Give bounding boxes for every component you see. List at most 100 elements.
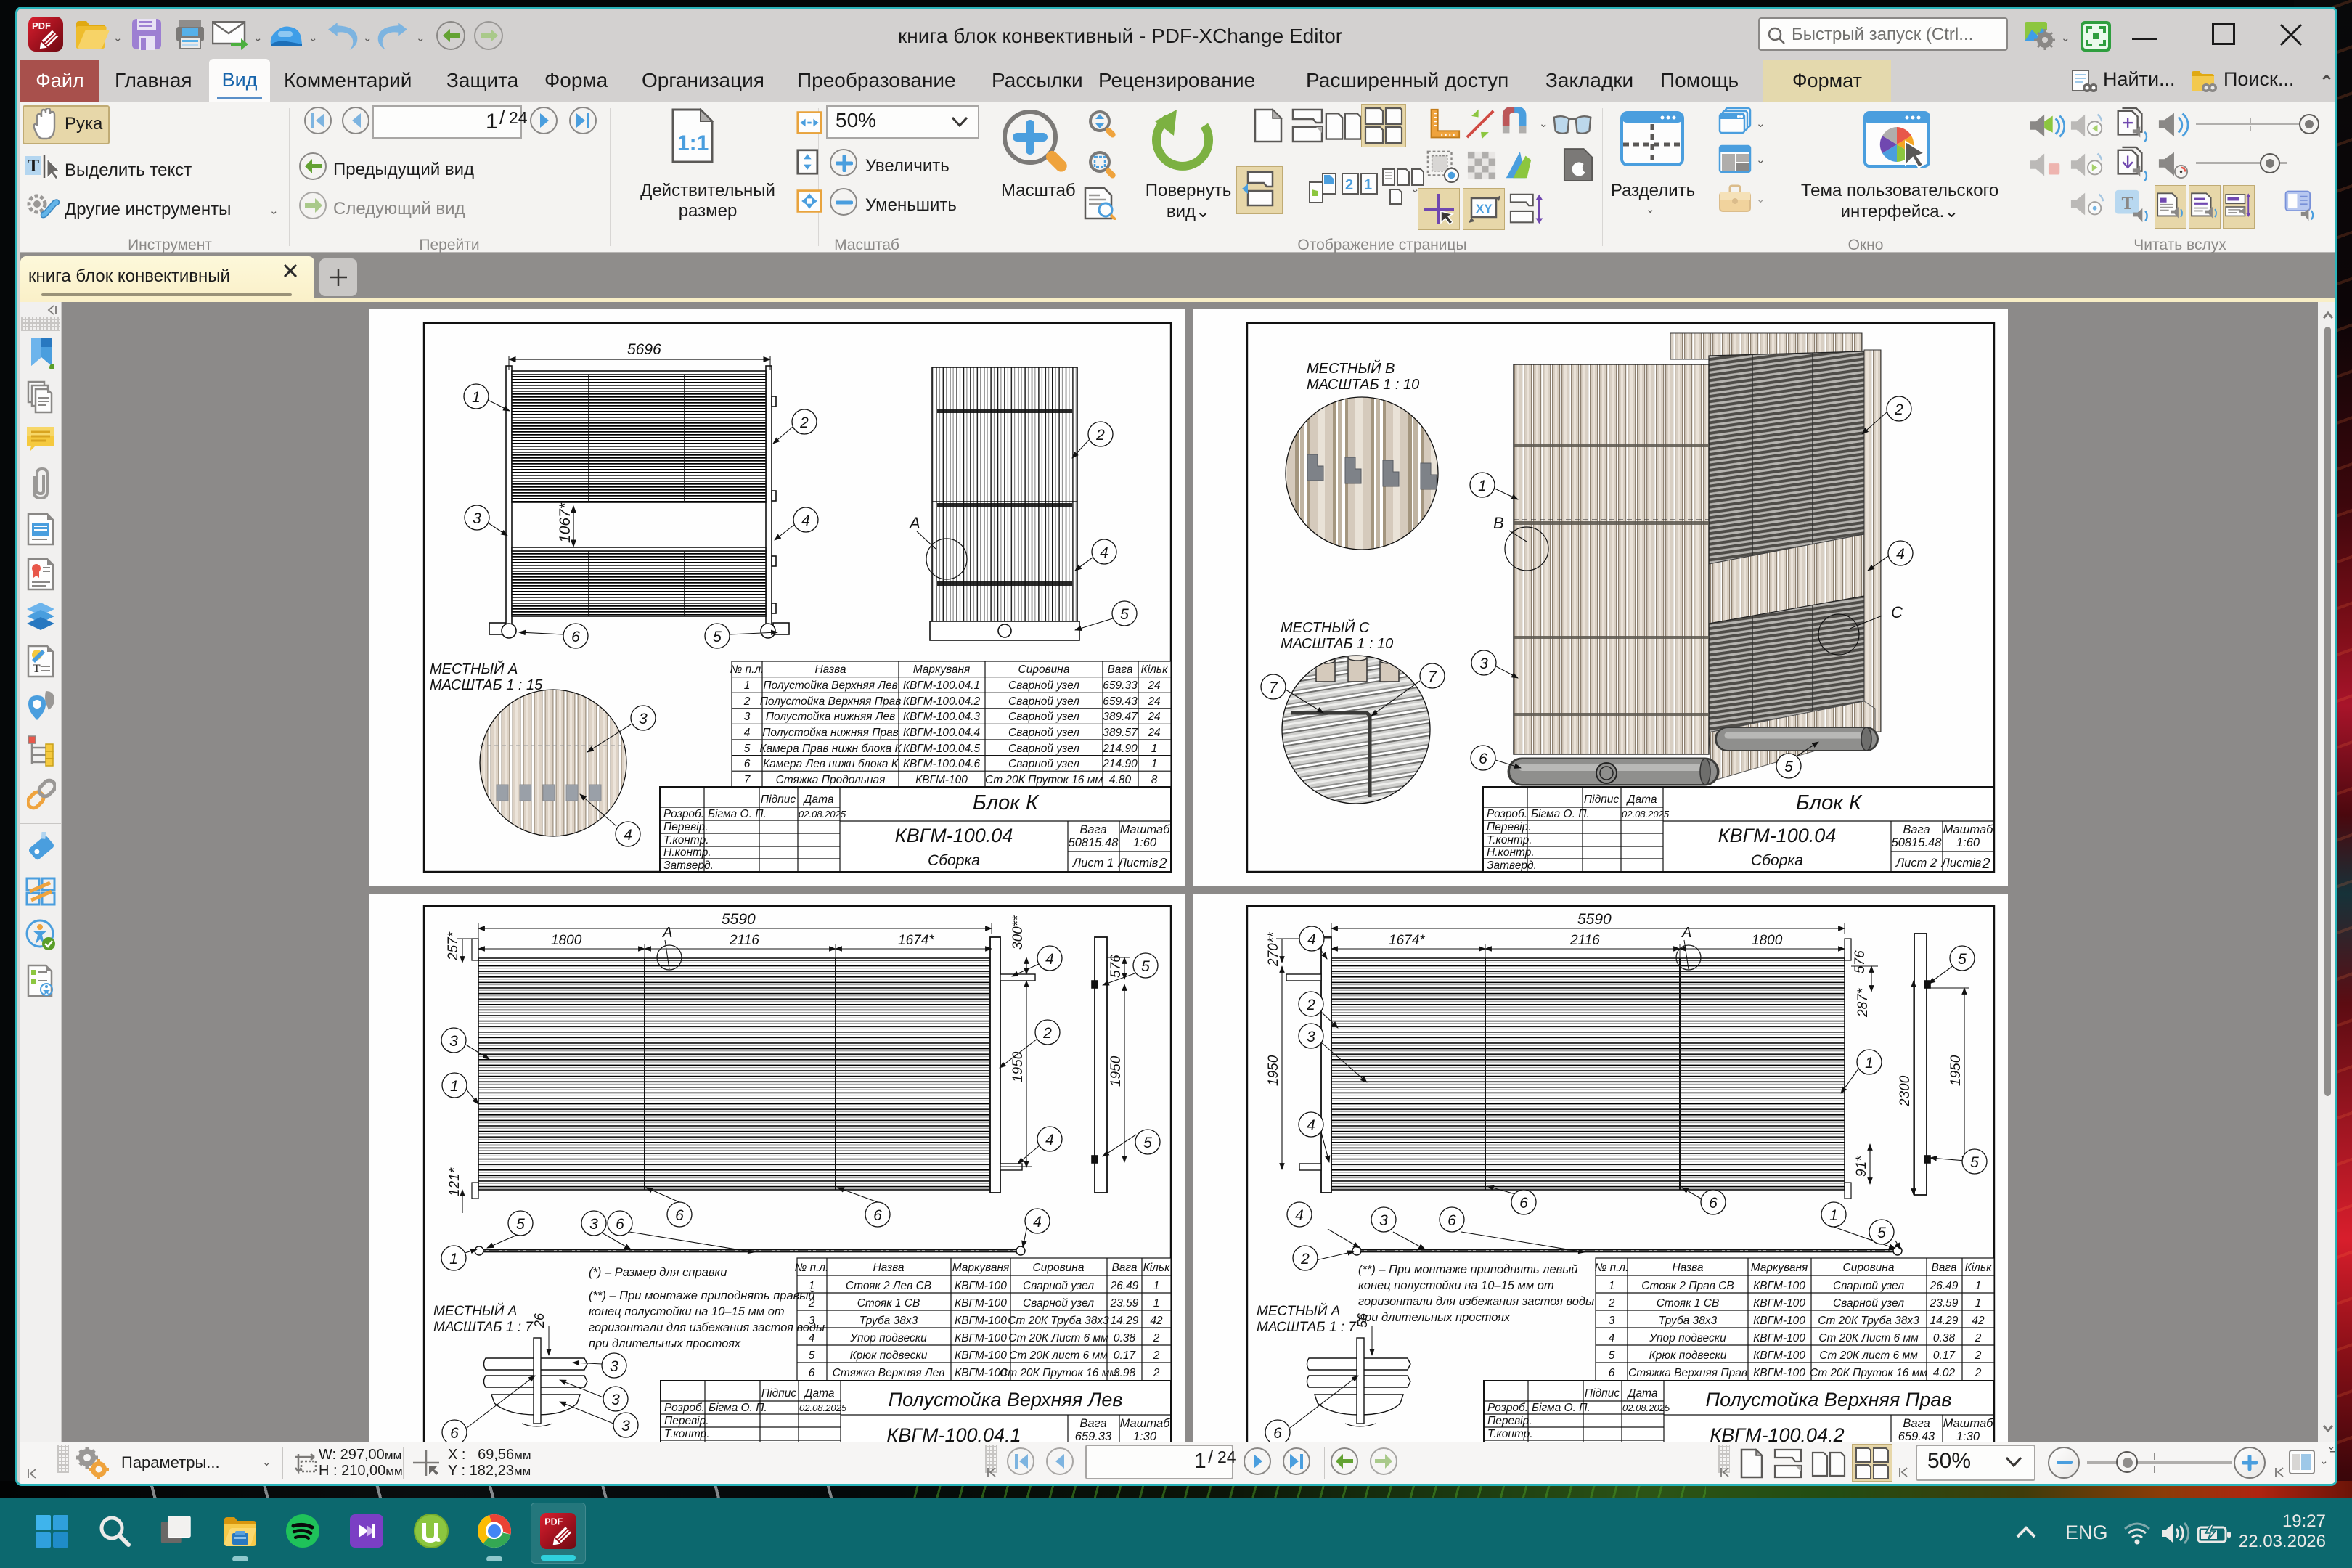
svg-text:2: 2	[1975, 1367, 1982, 1379]
svg-text:1950: 1950	[1108, 1055, 1124, 1087]
svg-text:2: 2	[1975, 1332, 1982, 1344]
svg-text:1:60: 1:60	[1956, 836, 1980, 849]
svg-text:4.02: 4.02	[1933, 1367, 1956, 1379]
svg-text:5: 5	[1141, 958, 1150, 975]
svg-text:КВГМ-100: КВГМ-100	[1753, 1349, 1805, 1362]
svg-text:121*: 121*	[447, 1167, 462, 1196]
svg-text:6: 6	[744, 758, 751, 770]
svg-text:КВГМ-100: КВГМ-100	[955, 1297, 1007, 1310]
svg-text:Сварной узел: Сварной узел	[1008, 727, 1079, 739]
svg-text:Кільк: Кільк	[1965, 1262, 1992, 1274]
svg-text:1: 1	[1364, 177, 1372, 193]
svg-text:1800: 1800	[551, 933, 582, 948]
svg-text:Лист 2: Лист 2	[1895, 857, 1937, 870]
svg-text:50815.48: 50815.48	[1069, 836, 1119, 849]
svg-text:Кільк: Кільк	[1143, 1262, 1170, 1274]
svg-text:4: 4	[801, 513, 810, 529]
svg-text:4.80: 4.80	[1109, 774, 1132, 786]
svg-text:6: 6	[809, 1367, 815, 1379]
svg-text:02.08.2025: 02.08.2025	[799, 809, 846, 820]
svg-text:Підпис: Підпис	[761, 793, 796, 806]
svg-text:горизонтали для избежания заст: горизонтали для избежания застоя воды	[1358, 1295, 1594, 1308]
svg-text:5: 5	[1784, 759, 1793, 775]
svg-text:Вага: Вага	[1931, 1262, 1956, 1274]
svg-text:Назва: Назва	[1672, 1262, 1703, 1274]
svg-text:Маркуваня: Маркуваня	[913, 663, 971, 676]
svg-text:4: 4	[1045, 951, 1054, 968]
svg-text:Стяжка Верхняя Прав: Стяжка Верхняя Прав	[1628, 1367, 1747, 1379]
svg-text:2: 2	[1894, 401, 1903, 418]
svg-text:Кільк: Кільк	[1141, 663, 1168, 676]
svg-text:4: 4	[1307, 931, 1316, 948]
svg-text:Маркуваня: Маркуваня	[1751, 1262, 1808, 1274]
svg-text:МЕСТНЫЙ В: МЕСТНЫЙ В	[1307, 360, 1395, 377]
svg-text:24: 24	[1147, 727, 1161, 739]
svg-text:5: 5	[1877, 1225, 1886, 1241]
svg-text:Сварной узел: Сварной узел	[1023, 1297, 1094, 1310]
svg-text:при длительных простоях: при длительных простоях	[1358, 1311, 1511, 1324]
svg-text:Ст 20К Пруток 16 мм: Ст 20К Пруток 16 мм	[1000, 1367, 1117, 1379]
svg-text:Сировина: Сировина	[1843, 1262, 1895, 1274]
svg-text:0.38: 0.38	[1114, 1332, 1136, 1344]
svg-text:3.98: 3.98	[1114, 1367, 1136, 1379]
svg-text:1067*: 1067*	[557, 502, 573, 543]
svg-text:Перевір.: Перевір.	[1487, 821, 1532, 833]
svg-text:7: 7	[1428, 669, 1437, 685]
svg-text:Розроб.: Розроб.	[1487, 808, 1527, 820]
svg-text:КВГМ-100: КВГМ-100	[955, 1332, 1007, 1344]
svg-text:XY: XY	[1476, 202, 1493, 216]
svg-text:214.90: 214.90	[1102, 758, 1138, 770]
svg-text:Маштаб: Маштаб	[1120, 823, 1171, 836]
svg-text:Маркуваня: Маркуваня	[952, 1262, 1010, 1274]
svg-text:МАСШТАБ 1 : 10: МАСШТАБ 1 : 10	[1307, 377, 1419, 393]
svg-text:КВГМ-100.04.2: КВГМ-100.04.2	[903, 695, 981, 708]
svg-text:6: 6	[873, 1207, 882, 1224]
svg-text:257*: 257*	[446, 931, 461, 961]
svg-text:КВГМ-100: КВГМ-100	[955, 1315, 1007, 1327]
svg-text:Сварной узел: Сварной узел	[1023, 1280, 1094, 1292]
svg-text:Ст 20К Лист 6 мм: Ст 20К Лист 6 мм	[1818, 1332, 1919, 1344]
svg-text:Ст 20К лист 6 мм: Ст 20К лист 6 мм	[1819, 1349, 1918, 1362]
svg-text:6: 6	[1609, 1367, 1615, 1379]
svg-text:КВГМ-100: КВГМ-100	[1753, 1297, 1805, 1310]
svg-text:4: 4	[744, 727, 751, 739]
svg-text:Ст 20К лист 6 мм: Ст 20К лист 6 мм	[1009, 1349, 1108, 1362]
svg-text:конец полустойки на 10–15 мм о: конец полустойки на 10–15 мм от	[589, 1305, 785, 1318]
svg-text:Вага: Вага	[1107, 663, 1132, 676]
svg-text:Полустойка нижняя Прав: Полустойка нижняя Прав	[762, 727, 899, 739]
svg-text:2: 2	[1345, 177, 1353, 193]
svg-text:Ст 20К Лист 6 мм: Ст 20К Лист 6 мм	[1008, 1332, 1108, 1344]
svg-text:PDF: PDF	[544, 1517, 563, 1527]
svg-text:2: 2	[1153, 1332, 1160, 1344]
svg-text:Вага: Вага	[1079, 823, 1106, 836]
svg-text:659.33: 659.33	[1075, 1430, 1112, 1442]
svg-text:Труба 38х3: Труба 38х3	[859, 1315, 918, 1327]
svg-text:287*: 287*	[1855, 988, 1871, 1018]
svg-text:659.33: 659.33	[1103, 679, 1138, 692]
svg-text:5: 5	[1970, 1154, 1979, 1171]
svg-text:Підпис: Підпис	[1584, 793, 1619, 806]
svg-text:6: 6	[1447, 1212, 1456, 1229]
svg-text:Перевір.: Перевір.	[664, 1415, 709, 1427]
svg-text:Ст 20К Пруток 16 мм: Ст 20К Пруток 16 мм	[1810, 1367, 1927, 1379]
svg-text:24: 24	[1147, 711, 1161, 723]
svg-text:3: 3	[809, 1315, 815, 1327]
svg-text:2: 2	[1042, 1025, 1052, 1042]
svg-text:Вага: Вага	[1903, 823, 1930, 836]
svg-text:C: C	[1891, 603, 1903, 621]
svg-text:0.38: 0.38	[1933, 1332, 1956, 1344]
svg-text:5: 5	[713, 629, 722, 645]
svg-text:2: 2	[1158, 856, 1167, 872]
svg-text:Т.контр.: Т.контр.	[664, 1428, 710, 1440]
svg-text:1:1: 1:1	[677, 131, 709, 155]
svg-text:Назва: Назва	[814, 663, 846, 676]
svg-text:Сварной узел: Сварной узел	[1833, 1297, 1904, 1310]
svg-text:3: 3	[610, 1358, 618, 1375]
svg-text:КВГМ-100.04.5: КВГМ-100.04.5	[903, 743, 981, 755]
svg-text:4: 4	[1295, 1207, 1304, 1224]
svg-text:МЕСТНЫЙ А: МЕСТНЫЙ А	[1257, 1303, 1340, 1319]
svg-text:4: 4	[809, 1332, 815, 1344]
svg-text:Т.контр.: Т.контр.	[1487, 1428, 1533, 1440]
svg-text:6: 6	[616, 1216, 624, 1233]
svg-text:Бігма О. П.: Бігма О. П.	[709, 1402, 767, 1414]
